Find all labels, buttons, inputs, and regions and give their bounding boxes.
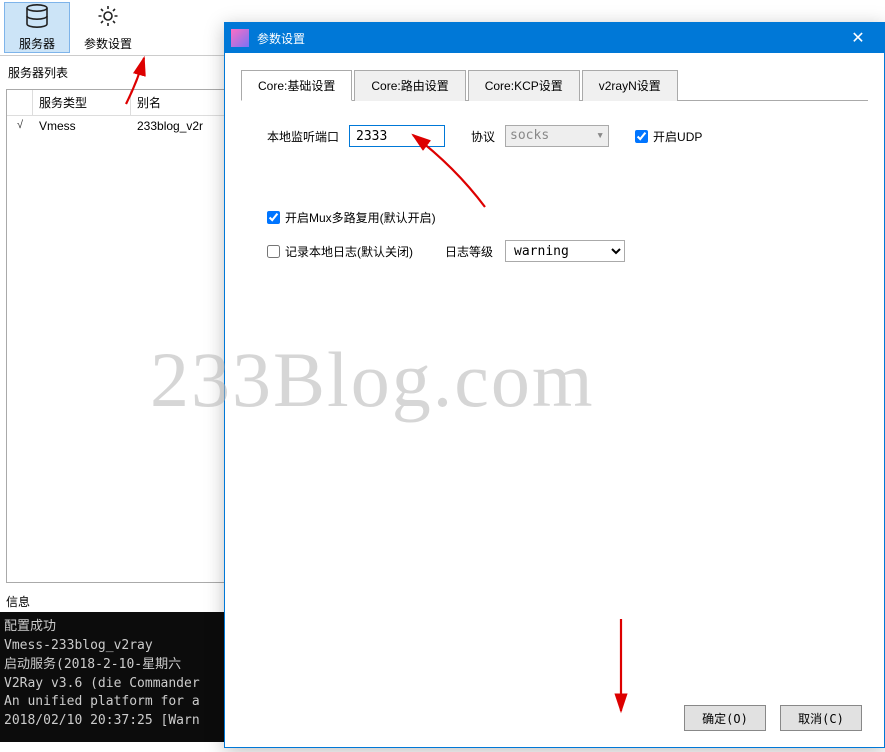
settings-label: 参数设置 bbox=[84, 35, 132, 52]
udp-checkbox[interactable]: 开启UDP bbox=[635, 128, 702, 145]
mux-check-input[interactable] bbox=[267, 211, 280, 224]
settings-button[interactable]: 参数设置 bbox=[70, 2, 146, 53]
dialog-buttons: 确定(O) 取消(C) bbox=[684, 705, 862, 731]
cancel-button[interactable]: 取消(C) bbox=[780, 705, 862, 731]
port-label: 本地监听端口 bbox=[267, 128, 339, 145]
log-row: 记录本地日志(默认关闭) 日志等级 warning bbox=[241, 240, 868, 262]
dialog-title: 参数设置 bbox=[257, 30, 838, 47]
row-type: Vmess bbox=[33, 119, 131, 133]
arrow-to-ok bbox=[591, 613, 651, 723]
settings-dialog: 参数设置 ✕ Core:基础设置 Core:路由设置 Core:KCP设置 v2… bbox=[224, 22, 885, 748]
proto-label: 协议 bbox=[471, 128, 495, 145]
tabs: Core:基础设置 Core:路由设置 Core:KCP设置 v2rayN设置 bbox=[241, 69, 868, 101]
database-icon bbox=[23, 3, 51, 33]
ok-button[interactable]: 确定(O) bbox=[684, 705, 766, 731]
mux-checkbox[interactable]: 开启Mux多路复用(默认开启) bbox=[267, 209, 436, 226]
udp-check-input[interactable] bbox=[635, 130, 648, 143]
tab-kcp[interactable]: Core:KCP设置 bbox=[468, 70, 580, 101]
col-check bbox=[7, 90, 33, 115]
tab-basic[interactable]: Core:基础设置 bbox=[241, 70, 352, 101]
row-check: √ bbox=[7, 119, 33, 133]
gear-icon bbox=[94, 3, 122, 33]
log-level-select[interactable]: warning bbox=[505, 240, 625, 262]
servers-button[interactable]: 服务器 bbox=[4, 2, 70, 53]
tab-routing[interactable]: Core:路由设置 bbox=[354, 70, 465, 101]
log-level-label: 日志等级 bbox=[445, 243, 493, 260]
port-row: 本地监听端口 协议 socks▾ 开启UDP bbox=[241, 125, 868, 147]
proto-select[interactable]: socks▾ bbox=[505, 125, 609, 147]
tab-v2rayn[interactable]: v2rayN设置 bbox=[582, 70, 678, 101]
port-input[interactable] bbox=[349, 125, 445, 147]
dialog-body: Core:基础设置 Core:路由设置 Core:KCP设置 v2rayN设置 … bbox=[225, 53, 884, 747]
dialog-titlebar[interactable]: 参数设置 ✕ bbox=[225, 23, 884, 53]
col-type: 服务类型 bbox=[33, 90, 131, 115]
log-check-input[interactable] bbox=[267, 245, 280, 258]
servers-label: 服务器 bbox=[19, 35, 55, 52]
log-checkbox[interactable]: 记录本地日志(默认关闭) bbox=[267, 243, 413, 260]
close-icon[interactable]: ✕ bbox=[838, 28, 878, 48]
mux-row: 开启Mux多路复用(默认开启) bbox=[241, 209, 868, 226]
app-icon bbox=[231, 29, 249, 47]
